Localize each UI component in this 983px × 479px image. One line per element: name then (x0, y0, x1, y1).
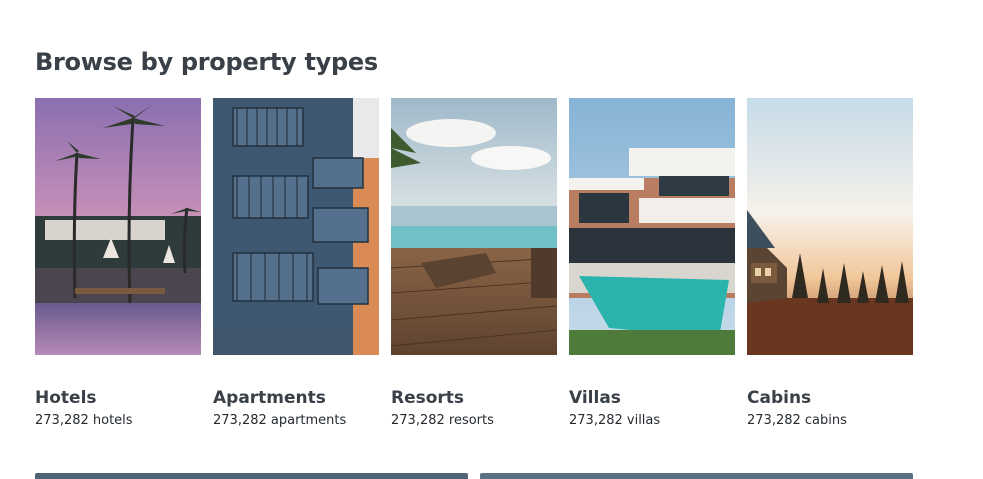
resort-deck-sea-image[interactable] (391, 98, 557, 355)
property-card-cabins[interactable]: Cabins 273,282 cabins (747, 98, 913, 428)
property-type-count: 273,282 apartments (213, 413, 347, 428)
property-card-apartments[interactable]: Apartments 273,282 apartments (213, 98, 379, 428)
property-type-count: 273,282 hotels (35, 413, 133, 428)
property-type-count: 273,282 villas (569, 413, 661, 428)
property-type-name[interactable]: Villas (569, 388, 735, 408)
property-type-carousel: Hotels 273,282 hotels Apartments 273,282… (35, 98, 913, 428)
next-section-card-left[interactable] (35, 473, 468, 479)
property-type-name[interactable]: Cabins (747, 388, 913, 408)
property-type-count: 273,282 resorts (391, 413, 494, 428)
modern-villa-pool-image[interactable] (569, 98, 735, 355)
apartment-balconies-image[interactable] (213, 98, 379, 355)
property-type-name[interactable]: Hotels (35, 388, 201, 408)
property-card-villas[interactable]: Villas 273,282 villas (569, 98, 735, 428)
property-card-hotels[interactable]: Hotels 273,282 hotels (35, 98, 201, 428)
hotel-pool-palms-image[interactable] (35, 98, 201, 355)
next-section-card-right[interactable] (480, 473, 913, 479)
property-type-name[interactable]: Resorts (391, 388, 557, 408)
property-type-name[interactable]: Apartments (213, 388, 379, 408)
property-type-count: 273,282 cabins (747, 413, 847, 428)
cabin-forest-sunset-image[interactable] (747, 98, 913, 355)
section-title: Browse by property types (35, 48, 378, 76)
property-types-section: Browse by property types Hotels 273,282 … (0, 0, 983, 479)
property-card-resorts[interactable]: Resorts 273,282 resorts (391, 98, 557, 428)
